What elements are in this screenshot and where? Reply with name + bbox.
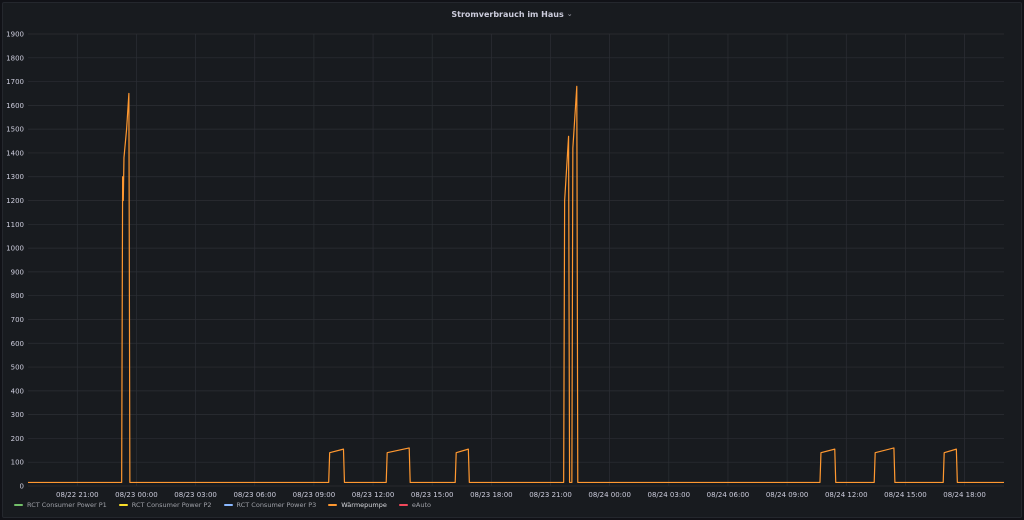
y-tick-label: 1700	[6, 78, 24, 86]
legend-label: RCT Consumer Power P3	[236, 501, 317, 509]
x-tick-label: 08/24 18:00	[943, 491, 986, 499]
x-tick-label: 08/24 12:00	[825, 491, 868, 499]
grid-lines	[28, 33, 1004, 487]
legend-item-3[interactable]: Wärmepumpe	[328, 501, 387, 509]
series-line-3[interactable]	[28, 85, 1004, 484]
time-series-plot[interactable]: 0 100 200 300 400 500 600 700 800 900 1000 1100 1200…	[0, 0, 1024, 520]
y-axis: 0 100 200 300 400 500 600 700 800 900 1000 1100 1200…	[6, 31, 24, 491]
y-tick-label: 600	[11, 340, 24, 348]
x-tick-label: 08/23 06:00	[233, 491, 276, 499]
x-tick-label: 08/24 09:00	[766, 491, 809, 499]
y-tick-label: 1600	[6, 102, 24, 110]
legend-label: RCT Consumer Power P1	[27, 501, 107, 509]
series-lines	[28, 85, 1004, 484]
x-tick-label: 08/24 00:00	[588, 491, 631, 499]
y-tick-label: 1200	[6, 197, 24, 205]
y-tick-label: 200	[11, 435, 24, 443]
legend-item-0[interactable]: RCT Consumer Power P1	[14, 501, 107, 509]
legend: RCT Consumer Power P1 RCT Consumer Power …	[14, 499, 431, 511]
legend-label: RCT Consumer Power P2	[131, 501, 212, 509]
y-tick-label: 300	[11, 411, 24, 419]
y-tick-label: 500	[11, 364, 24, 372]
x-tick-label: 08/24 03:00	[648, 491, 691, 499]
y-tick-label: 800	[11, 292, 24, 300]
y-tick-label: 1800	[6, 54, 24, 62]
x-tick-label: 08/22 21:00	[56, 491, 99, 499]
x-axis: 08/22 21:00 08/23 00:00 08/23 03:00 08/23 0…	[56, 491, 986, 499]
x-tick-label: 08/23 18:00	[470, 491, 513, 499]
x-tick-label: 08/23 03:00	[174, 491, 217, 499]
y-tick-label: 0	[20, 483, 24, 491]
y-tick-label: 1400	[6, 149, 24, 157]
legend-swatch	[328, 504, 338, 506]
x-tick-label: 08/23 00:00	[115, 491, 158, 499]
y-tick-label: 100	[11, 459, 24, 467]
y-tick-label: 1000	[6, 245, 24, 253]
legend-item-4[interactable]: eAuto	[398, 501, 431, 509]
y-tick-label: 400	[11, 387, 24, 395]
legend-swatch	[398, 504, 408, 506]
x-tick-label: 08/23 09:00	[293, 491, 336, 499]
y-tick-label: 900	[11, 268, 24, 276]
legend-swatch	[118, 504, 128, 506]
legend-item-2[interactable]: RCT Consumer Power P3	[223, 501, 317, 509]
y-tick-label: 1900	[6, 31, 24, 39]
x-tick-label: 08/23 15:00	[411, 491, 454, 499]
legend-label: eAuto	[411, 501, 431, 509]
y-tick-label: 1100	[6, 221, 24, 229]
legend-swatch	[223, 504, 233, 506]
x-tick-label: 08/23 21:00	[529, 491, 572, 499]
x-tick-label: 08/24 15:00	[884, 491, 927, 499]
legend-label: Wärmepumpe	[341, 501, 387, 509]
y-tick-label: 1300	[6, 173, 24, 181]
legend-item-1[interactable]: RCT Consumer Power P2	[118, 501, 212, 509]
y-tick-label: 700	[11, 316, 24, 324]
x-tick-label: 08/23 12:00	[352, 491, 395, 499]
y-tick-label: 1500	[6, 126, 24, 134]
x-tick-label: 08/24 06:00	[707, 491, 750, 499]
legend-swatch	[14, 504, 23, 506]
